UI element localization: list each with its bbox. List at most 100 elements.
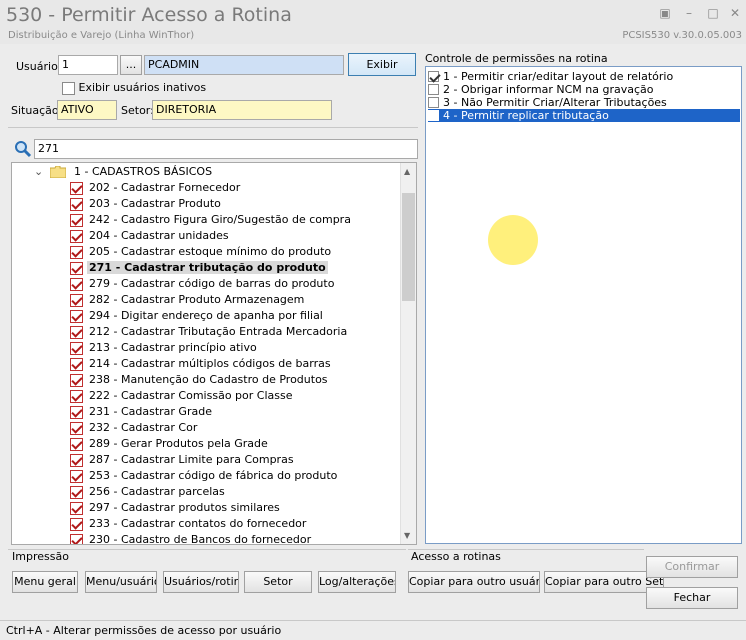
tree-item-checkbox[interactable]	[70, 357, 83, 371]
tree-item[interactable]: 214 - Cadastrar múltiplos códigos de bar…	[70, 356, 333, 372]
tree-item-label: 202 - Cadastrar Fornecedor	[89, 181, 241, 194]
tree-item-checkbox[interactable]	[70, 181, 83, 195]
permission-checkbox[interactable]	[428, 84, 439, 95]
title-bar: 530 - Permitir Acesso a Rotina Distribui…	[0, 0, 746, 44]
user-id-field[interactable]: 1	[58, 55, 118, 75]
tree-item[interactable]: 256 - Cadastrar parcelas	[70, 484, 227, 500]
tree-item[interactable]: 271 - Cadastrar tributação do produto	[70, 260, 328, 276]
tree-item[interactable]: 289 - Gerar Produtos pela Grade	[70, 436, 270, 452]
tree-item-label: 297 - Cadastrar produtos similares	[89, 501, 280, 514]
confirm-button[interactable]: Confirmar	[646, 556, 738, 578]
tree-item[interactable]: 253 - Cadastrar código de fábrica do pro…	[70, 468, 339, 484]
tree-item[interactable]: 233 - Cadastrar contatos do fornecedor	[70, 516, 308, 532]
tree-item-label: 242 - Cadastro Figura Giro/Sugestão de c…	[89, 213, 351, 226]
scroll-down-icon[interactable]: ▼	[404, 531, 410, 540]
inactive-users-option[interactable]: Exibir usuários inativos	[62, 81, 206, 95]
status-text: Ctrl+A - Alterar permissões de acesso po…	[6, 624, 282, 637]
sector-field: DIRETORIA	[152, 100, 332, 120]
pin-icon[interactable]: ▣	[658, 6, 672, 20]
tree-item[interactable]: 242 - Cadastro Figura Giro/Sugestão de c…	[70, 212, 353, 228]
tree-item[interactable]: 231 - Cadastrar Grade	[70, 404, 214, 420]
permission-checkbox[interactable]	[428, 97, 439, 108]
tree-item-checkbox[interactable]	[70, 229, 83, 243]
permission-item[interactable]: 4 - Permitir replicar tributação	[428, 109, 740, 122]
inactive-users-checkbox[interactable]	[62, 81, 75, 95]
print-log-button[interactable]: Log/alterações	[318, 571, 396, 593]
tree-item-checkbox[interactable]	[70, 453, 83, 467]
close-icon[interactable]: ✕	[728, 6, 742, 20]
tree-item-label: 279 - Cadastrar código de barras do prod…	[89, 277, 335, 290]
tree-item-checkbox[interactable]	[70, 405, 83, 419]
permission-item[interactable]: 3 - Não Permitir Criar/Alterar Tributaçõ…	[428, 96, 740, 109]
tree-item-label: 204 - Cadastrar unidades	[89, 229, 229, 242]
tree-item-checkbox[interactable]	[70, 197, 83, 211]
print-usuarios-rotina-button[interactable]: Usuários/rotina	[163, 571, 239, 593]
permission-label: 1 - Permitir criar/editar layout de rela…	[443, 70, 674, 83]
tree-item[interactable]: 297 - Cadastrar produtos similares	[70, 500, 282, 516]
scroll-thumb[interactable]	[402, 193, 415, 301]
tree-category[interactable]: ⌄ 1 - CADASTROS BÁSICOS	[34, 164, 212, 180]
divider	[8, 127, 418, 128]
tree-item-checkbox[interactable]	[70, 293, 83, 307]
permissions-list[interactable]: 1 - Permitir criar/editar layout de rela…	[425, 66, 742, 544]
copy-to-user-button[interactable]: Copiar para outro usuário	[408, 571, 540, 593]
scroll-up-icon[interactable]: ▲	[404, 167, 410, 176]
situation-label: Situação:	[11, 104, 63, 117]
tree-item-checkbox[interactable]	[70, 325, 83, 339]
tree-item-checkbox[interactable]	[70, 469, 83, 483]
tree-item-checkbox[interactable]	[70, 389, 83, 403]
tree-item-checkbox[interactable]	[70, 485, 83, 499]
sector-label: Setor:	[121, 104, 154, 117]
minimize-icon[interactable]: –	[682, 6, 696, 20]
tree-item[interactable]: 205 - Cadastrar estoque mínimo do produt…	[70, 244, 333, 260]
tree-item-checkbox[interactable]	[70, 309, 83, 323]
print-setor-button[interactable]: Setor	[244, 571, 312, 593]
permission-checkbox[interactable]	[428, 110, 439, 121]
tree-item[interactable]: 222 - Cadastrar Comissão por Classe	[70, 388, 294, 404]
print-menu-geral-button[interactable]: Menu geral	[12, 571, 78, 593]
tree-item[interactable]: 287 - Cadastrar Limite para Compras	[70, 452, 296, 468]
collapse-icon[interactable]: ⌄	[34, 164, 44, 180]
tree-item[interactable]: 212 - Cadastrar Tributação Entrada Merca…	[70, 324, 349, 340]
cursor-highlight	[488, 215, 538, 265]
tree-item-checkbox[interactable]	[70, 213, 83, 227]
tree-item[interactable]: 232 - Cadastrar Cor	[70, 420, 199, 436]
tree-item-label: 282 - Cadastrar Produto Armazenagem	[89, 293, 305, 306]
tree-item[interactable]: 282 - Cadastrar Produto Armazenagem	[70, 292, 306, 308]
tree-item[interactable]: 238 - Manutenção do Cadastro de Produtos	[70, 372, 330, 388]
tree-item-label: 230 - Cadastro de Bancos do fornecedor	[89, 533, 312, 545]
tree-item-checkbox[interactable]	[70, 437, 83, 451]
maximize-icon[interactable]: □	[706, 6, 720, 20]
tree-item-label: 212 - Cadastrar Tributação Entrada Merca…	[89, 325, 348, 338]
permission-item[interactable]: 1 - Permitir criar/editar layout de rela…	[428, 70, 740, 83]
tree-item-checkbox[interactable]	[70, 341, 83, 355]
tree-item-checkbox[interactable]	[70, 277, 83, 291]
impressao-title: Impressão	[12, 550, 69, 563]
tree-item-checkbox[interactable]	[70, 517, 83, 531]
routine-tree[interactable]: ⌄ 1 - CADASTROS BÁSICOS 202 - Cadastrar …	[11, 162, 417, 545]
permission-checkbox[interactable]	[428, 71, 439, 82]
tree-item[interactable]: 294 - Digitar endereço de apanha por fil…	[70, 308, 325, 324]
tree-item[interactable]: 230 - Cadastro de Bancos do fornecedor	[70, 532, 313, 545]
window-title: 530 - Permitir Acesso a Rotina	[6, 4, 292, 26]
tree-item[interactable]: 204 - Cadastrar unidades	[70, 228, 231, 244]
tree-item-checkbox[interactable]	[70, 245, 83, 259]
tree-item-checkbox[interactable]	[70, 533, 83, 544]
tree-item-checkbox[interactable]	[70, 373, 83, 387]
tree-item-label: 233 - Cadastrar contatos do fornecedor	[89, 517, 307, 530]
tree-scrollbar[interactable]: ▲ ▼	[400, 163, 416, 544]
search-input[interactable]: 271	[34, 139, 418, 159]
tree-item[interactable]: 213 - Cadastrar princípio ativo	[70, 340, 259, 356]
tree-item[interactable]: 203 - Cadastrar Produto	[70, 196, 223, 212]
permission-item[interactable]: 2 - Obrigar informar NCM na gravação	[428, 83, 740, 96]
tree-item-checkbox[interactable]	[70, 421, 83, 435]
tree-item[interactable]: 202 - Cadastrar Fornecedor	[70, 180, 242, 196]
show-button[interactable]: Exibir	[348, 53, 416, 76]
user-lookup-button[interactable]: ...	[120, 55, 142, 75]
acesso-title: Acesso a rotinas	[411, 550, 501, 563]
print-menu-usuario-button[interactable]: Menu/usuário	[85, 571, 157, 593]
tree-item-checkbox[interactable]	[70, 501, 83, 515]
tree-item[interactable]: 279 - Cadastrar código de barras do prod…	[70, 276, 336, 292]
tree-item-checkbox[interactable]	[70, 261, 83, 275]
close-button[interactable]: Fechar	[646, 587, 738, 609]
